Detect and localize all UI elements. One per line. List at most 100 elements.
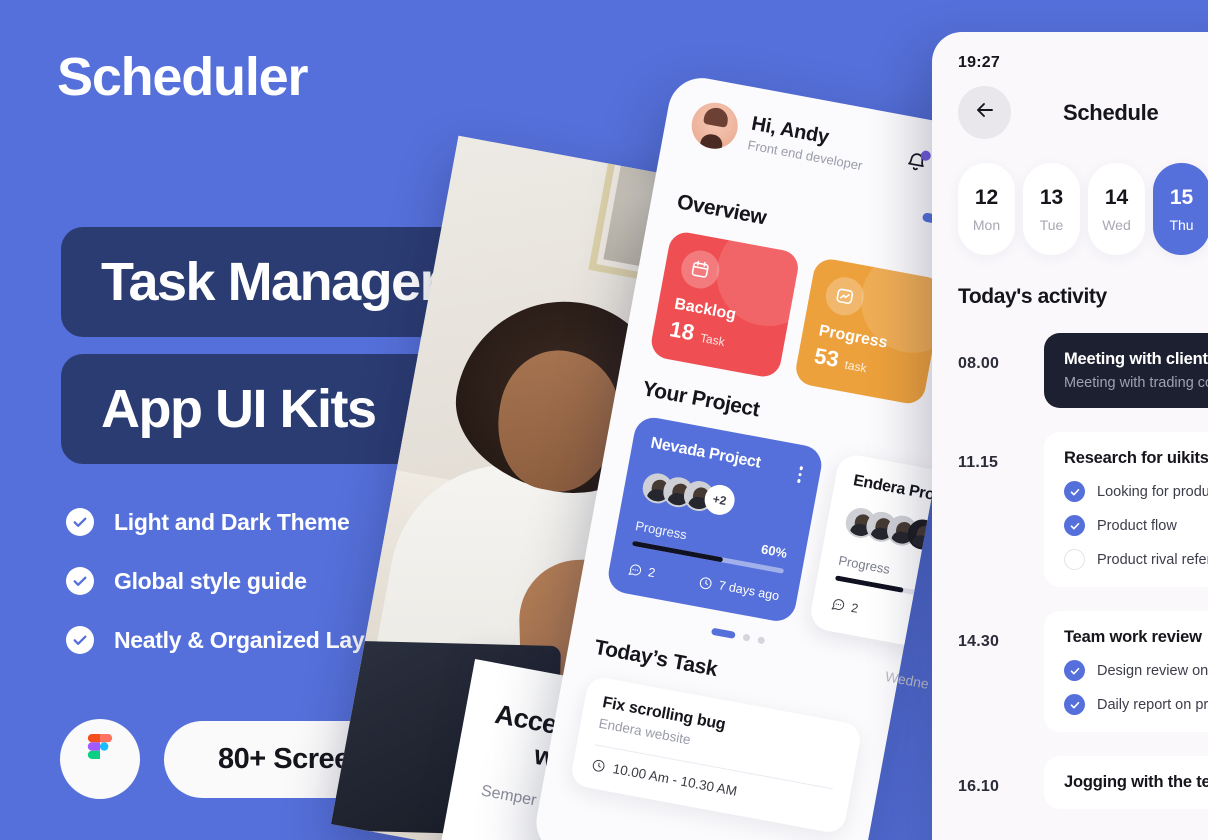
feature-label: Light and Dark Theme <box>114 508 350 535</box>
progress-label: Progress <box>837 552 892 577</box>
checkbox-checked-icon[interactable] <box>1064 481 1085 502</box>
feature-item: Global style guide <box>66 567 385 595</box>
comment-icon <box>628 564 642 575</box>
promo-canvas: Scheduler Task Manager App UI Kits Light… <box>0 0 1208 840</box>
schedule-navbar: Schedule <box>958 86 1208 139</box>
timeline-card-jogging[interactable]: Jogging with the team <box>1044 756 1208 809</box>
checkbox-checked-icon[interactable] <box>1064 694 1085 715</box>
timeline-row-1115: 11.15 Research for uikits pro Looking fo… <box>958 432 1208 587</box>
timeline-card-meeting[interactable]: Meeting with client via Meeting with tra… <box>1044 333 1208 408</box>
overview-card-number: 18 <box>667 316 697 346</box>
timeline-time: 08.00 <box>958 355 1000 372</box>
date-chip-13[interactable]: 13 Tue <box>1023 163 1080 255</box>
timeline-card-title: Jogging with the team <box>1064 773 1208 791</box>
timeline-card-subtitle: Meeting with trading comp <box>1064 375 1208 391</box>
checklist-item[interactable]: Daily report on problem <box>1064 694 1208 715</box>
check-circle-icon <box>66 567 94 595</box>
comment-count-value: 2 <box>646 565 657 581</box>
date-strip[interactable]: 12 Mon 13 Tue 14 Wed 15 Thu 16 Fri <box>958 163 1208 255</box>
date-chip-12[interactable]: 12 Mon <box>958 163 1015 255</box>
bell-icon[interactable] <box>902 149 932 177</box>
overview-card-unit: Task <box>699 330 726 350</box>
date-number: 12 <box>974 185 999 209</box>
comment-count: 2 <box>626 561 656 581</box>
comment-count: 2 <box>829 596 859 616</box>
home-header: Hi, Andy Front end developer <box>687 98 970 195</box>
activity-title: Today's activity <box>958 285 1107 308</box>
checklist-label: Product rival reference <box>1097 551 1208 568</box>
date-weekday: Mon <box>972 216 1001 233</box>
date-weekday: Wed <box>1102 216 1131 233</box>
checklist-label: Looking for product te <box>1097 483 1208 500</box>
figma-logo-icon <box>60 719 140 799</box>
date-number: 14 <box>1104 185 1129 209</box>
project-name: Nevada Project <box>649 434 762 472</box>
timeline-card-title: Meeting with client via <box>1064 350 1208 368</box>
date-number: 15 <box>1169 185 1194 209</box>
arrow-left-icon <box>973 98 997 127</box>
date-chip-14[interactable]: 14 Wed <box>1088 163 1145 255</box>
carousel-dot-active[interactable] <box>711 627 736 639</box>
project-members: +2 <box>640 470 797 528</box>
timeline-row-1610: 16.10 Jogging with the team <box>958 756 1208 809</box>
timeline-card-title: Research for uikits pro <box>1064 449 1208 467</box>
comment-count-value: 2 <box>849 600 860 616</box>
checklist-item[interactable]: Product flow <box>1064 515 1208 536</box>
greeting-block: Hi, Andy Front end developer <box>746 113 868 174</box>
checklist-label: Design review on figm <box>1097 662 1208 679</box>
date-chip-15-selected[interactable]: 15 Thu <box>1153 163 1208 255</box>
overview-cards: Backlog 18 Task Progress 53 task <box>648 229 946 407</box>
progress-percent: 60% <box>760 540 789 561</box>
clock-icon <box>592 759 605 772</box>
check-circle-icon <box>66 508 94 536</box>
feature-item: Light and Dark Theme <box>66 508 385 536</box>
checklist-item[interactable]: Product rival reference <box>1064 549 1208 570</box>
comment-icon <box>831 599 845 610</box>
back-button[interactable] <box>958 86 1011 139</box>
headline-line-2: App UI Kits <box>101 379 377 439</box>
checkbox-checked-icon[interactable] <box>1064 515 1085 536</box>
status-bar-time: 19:27 <box>958 54 1000 71</box>
date-weekday: Tue <box>1039 216 1064 233</box>
overview-card-progress[interactable]: Progress 53 task <box>793 256 946 407</box>
timeline-card-team-review[interactable]: Team work review Design review on figm D… <box>1044 611 1208 732</box>
project-carousel[interactable]: Nevada Project +2 Progress 60% 2 7 days … <box>605 414 1000 662</box>
carousel-dot[interactable] <box>757 635 766 644</box>
updated-time: 7 days ago <box>697 574 781 604</box>
product-name: Scheduler <box>57 47 308 107</box>
checkbox-checked-icon[interactable] <box>1064 660 1085 681</box>
overview-card-backlog[interactable]: Backlog 18 Task <box>648 229 801 380</box>
timeline-time: 16.10 <box>958 778 1000 795</box>
date-number: 13 <box>1039 185 1064 209</box>
more-options-icon[interactable] <box>796 462 804 483</box>
check-circle-icon <box>66 626 94 654</box>
timeline-card-research[interactable]: Research for uikits pro Looking for prod… <box>1044 432 1208 587</box>
project-card-nevada[interactable]: Nevada Project +2 Progress 60% 2 7 days … <box>605 414 825 624</box>
progress-row: Progress 60% <box>634 518 788 561</box>
timeline-row-0800: 08.00 Meeting with client via Meeting wi… <box>958 333 1208 408</box>
phone-schedule-screen: 19:27 Schedule 12 Mon 13 Tue 14 Wed 15 T… <box>932 32 1208 840</box>
feature-list: Light and Dark Theme Global style guide … <box>66 508 386 685</box>
feature-label: Global style guide <box>114 567 307 594</box>
overview-card-number: 53 <box>812 342 841 373</box>
timeline-card-title: Team work review <box>1064 628 1202 646</box>
overview-card-unit: task <box>843 357 868 376</box>
progress-label: Progress <box>634 517 689 542</box>
checklist-label: Daily report on problem <box>1097 696 1208 713</box>
checklist-item[interactable]: Design review on figm <box>1064 660 1208 681</box>
checklist-label: Product flow <box>1097 517 1177 534</box>
feature-label: Neatly & Organized Layer <box>114 626 386 653</box>
headline-line-1: Task Manager <box>101 252 441 312</box>
updated-time-value: 7 days ago <box>717 578 781 604</box>
checkbox-unchecked-icon[interactable] <box>1064 549 1085 570</box>
clock-icon <box>699 576 712 589</box>
date-weekday: Thu <box>1169 216 1194 233</box>
carousel-dot[interactable] <box>742 633 751 642</box>
feature-item: Neatly & Organized Layer <box>66 626 386 654</box>
avatar[interactable] <box>687 98 742 153</box>
timeline-time: 14.30 <box>958 633 1000 650</box>
page-title: Schedule <box>1063 99 1159 125</box>
project-name: Endera Proj <box>851 472 941 505</box>
checklist-item[interactable]: Looking for product te <box>1064 481 1208 502</box>
timeline-row-1430: 14.30 Team work review Design review on … <box>958 611 1208 732</box>
